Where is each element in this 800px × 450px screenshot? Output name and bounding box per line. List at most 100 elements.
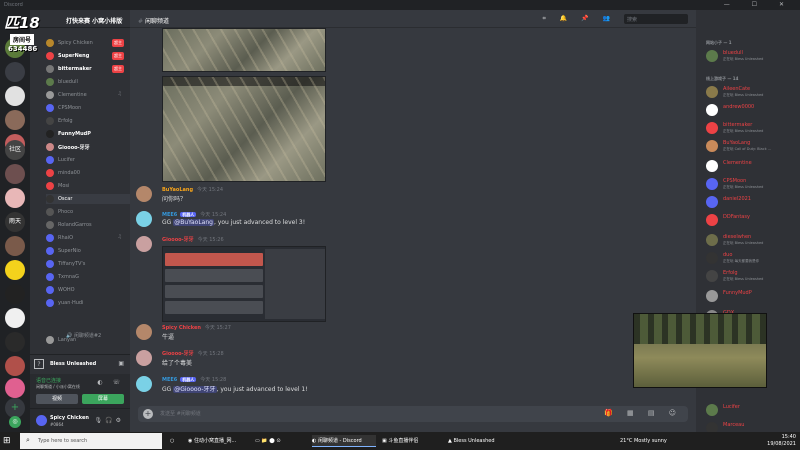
list-item[interactable]: Lucifer (46, 155, 130, 165)
text-part: GG (162, 386, 174, 393)
weather-widget[interactable]: 21°C Mostly sunny (620, 438, 667, 444)
server-icon[interactable] (5, 284, 25, 304)
screen-icon[interactable]: ▣ (118, 360, 124, 367)
cortana-icon[interactable]: ○ (170, 435, 174, 447)
list-item[interactable]: Erfolg (46, 116, 130, 126)
member-name: BuYaoLang (723, 140, 751, 146)
list-item[interactable]: SuperNeng 超主 (46, 51, 130, 61)
user-mention[interactable]: @BuYaoLang (173, 219, 214, 226)
message-author[interactable]: Gioooo-牙牙 今天 15:26 (162, 236, 224, 243)
member-item[interactable]: Clementine (706, 158, 800, 174)
member-item[interactable]: FunnyMudP (706, 288, 800, 304)
avatar (46, 104, 54, 112)
screen-share-button[interactable]: 屏幕 (82, 394, 124, 404)
map-screenshot[interactable] (162, 28, 326, 72)
message-author[interactable]: MEE6 机器人 今天 15:24 (162, 211, 226, 218)
member-item[interactable]: bittermaker 正在玩 Bless Unleashed (706, 120, 800, 136)
add-server-icon[interactable]: + (5, 398, 25, 418)
avatar[interactable] (136, 350, 152, 366)
message-author[interactable]: MEE6 机器人 今天 15:28 (162, 376, 226, 383)
list-item[interactable]: minda00 (46, 168, 130, 178)
message-author[interactable]: Gioooo-牙牙 今天 15:28 (162, 350, 224, 357)
member-item[interactable]: Erfolg 正在玩 Bless Unleashed (706, 268, 800, 284)
header-tools[interactable]: ⌗ 🔔 📌 👥 (542, 15, 616, 23)
disconnect-icon[interactable]: ◐ ☏ (97, 379, 124, 386)
list-item[interactable]: Clementine ♫ (46, 90, 130, 100)
member-item[interactable]: daniel2021 (706, 194, 800, 210)
server-icon[interactable] (5, 356, 25, 376)
list-item[interactable]: Phoco (46, 207, 130, 217)
game-screenshot[interactable] (162, 246, 326, 322)
attach-icon[interactable]: + (143, 409, 153, 419)
windows-start-icon[interactable]: ⊞ (3, 435, 15, 447)
member-item[interactable]: dieselwhen 正在玩 Bless Unleashed (706, 232, 800, 248)
taskbar-search[interactable]: ⌕ Type here to search (20, 433, 162, 449)
chevron-down-icon[interactable]: ⌄ (119, 15, 124, 22)
avatar[interactable] (136, 236, 152, 252)
server-icon[interactable] (5, 260, 25, 280)
server-icon[interactable] (5, 332, 25, 352)
taskbar-app[interactable]: ▲ Bless Unleashed (448, 435, 495, 447)
server-icon[interactable] (5, 86, 25, 106)
member-name: bittermaker (723, 122, 753, 128)
server-icon[interactable] (5, 110, 25, 130)
avatar[interactable] (136, 324, 152, 340)
taskbar-app[interactable]: ▣ 斗鱼直播伴侣 (382, 435, 418, 447)
server-icon[interactable] (5, 236, 25, 256)
server-icon[interactable] (5, 308, 25, 328)
list-item[interactable]: Gioooo-牙牙 (46, 142, 130, 152)
member-item[interactable]: BuYaoLang 正在玩 Call of Duty: Black ... (706, 138, 800, 154)
mic-headset-settings-icons[interactable]: 🎙🎧⚙ (95, 417, 124, 424)
member-item[interactable]: Lucifer (706, 402, 800, 418)
list-item[interactable]: TiffanyTV's (46, 259, 130, 269)
map-screenshot[interactable] (162, 76, 326, 182)
message-composer[interactable]: + 发送至 #闲聊频道 🎁 ▦ ▤ ☺ (138, 406, 688, 422)
list-item[interactable]: CPSMoon (46, 103, 130, 113)
composer-icons[interactable]: 🎁 ▦ ▤ ☺ (604, 409, 682, 417)
user-mention[interactable]: @Gioooo-牙牙 (173, 386, 217, 393)
list-item[interactable]: RolandGarros (46, 220, 130, 230)
avatar[interactable] (136, 186, 152, 202)
avatar[interactable] (136, 211, 152, 227)
server-icon[interactable] (5, 188, 25, 208)
game-panel (265, 249, 325, 319)
list-item[interactable]: RhaiO ♫ (46, 233, 130, 243)
server-icon[interactable] (5, 164, 25, 184)
list-item[interactable]: bittermaker 超主 (46, 64, 130, 74)
list-item[interactable]: FunnyMudP (46, 129, 130, 139)
taskbar-app-icons[interactable]: ▭ 📁 ⬤ ⊙ (255, 435, 281, 447)
member-item[interactable]: DDFantasy (706, 212, 800, 228)
avatar[interactable] (36, 415, 47, 426)
list-item[interactable]: yuan·Hudi (46, 298, 130, 308)
voice-member[interactable]: Lanyan (46, 335, 130, 345)
server-community[interactable]: 社区 (5, 140, 25, 160)
server-icon[interactable] (5, 378, 25, 398)
window-controls[interactable]: — ☐ ✕ (724, 0, 794, 10)
game-video-preview[interactable] (633, 313, 767, 388)
taskbar-app[interactable]: ◐ 闲聊频道 - Discord (312, 435, 376, 447)
member-item[interactable]: AileenCate 正在玩 Bless Unleashed (706, 84, 800, 100)
member-item[interactable]: duo 正在玩 每天都要我是你 (706, 250, 800, 266)
list-item[interactable]: TxmnaG (46, 272, 130, 282)
explore-icon[interactable]: ◎ (9, 416, 21, 428)
list-item[interactable]: WOHO (46, 285, 130, 295)
server-rainy[interactable]: 雨天 (5, 212, 25, 232)
activity-bar[interactable]: ? Bless Unleashed ▣ (30, 354, 130, 374)
avatar[interactable] (136, 376, 152, 392)
list-item[interactable]: Mosi (46, 181, 130, 191)
member-name: RhaiO (58, 235, 74, 241)
message-author[interactable]: BuYaoLang 今天 15:24 (162, 186, 223, 193)
search-input[interactable]: 搜索 (624, 14, 688, 24)
system-clock[interactable]: 15:40 19/08/2021 (767, 434, 796, 448)
video-button[interactable]: 视频 (36, 394, 78, 404)
taskbar-app[interactable]: ◉ 住动小窝直播_网... (188, 435, 236, 447)
list-item[interactable]: Oscar (46, 194, 130, 204)
member-item[interactable]: bluedull 正在玩 Bless Unleashed (706, 48, 800, 64)
list-item[interactable]: SuperNio (46, 246, 130, 256)
message-author[interactable]: Spicy Chicken 今天 15:27 (162, 324, 231, 331)
member-item[interactable]: andrew0000 (706, 102, 800, 118)
list-item[interactable]: bluedull (46, 77, 130, 87)
member-item[interactable]: CPSMoon 正在玩 Bless Unleashed (706, 176, 800, 192)
server-icon[interactable] (5, 62, 25, 82)
list-item[interactable]: Spicy Chicken 超主 (46, 38, 130, 48)
